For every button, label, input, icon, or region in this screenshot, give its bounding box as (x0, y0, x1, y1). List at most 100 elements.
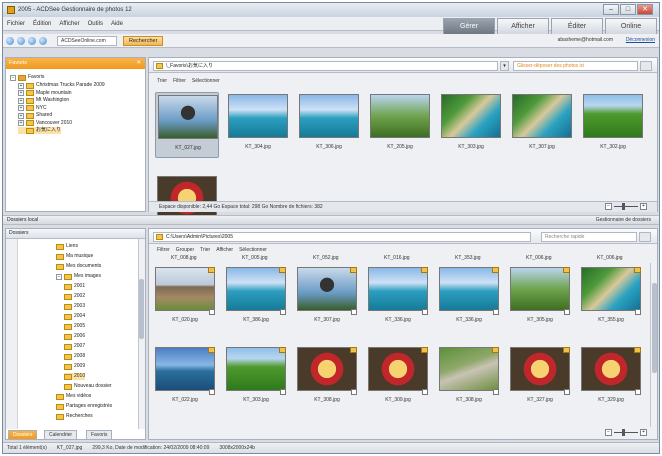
zoom-slider[interactable]: − + (605, 203, 647, 210)
thumbnail[interactable]: KT_022.jpg (153, 345, 217, 411)
divider-right-label[interactable]: Gestionnaire de dossiers (596, 216, 651, 225)
dropdown-icon[interactable] (640, 61, 652, 71)
menu-help[interactable]: Aide (111, 21, 123, 27)
thumbnail[interactable]: KT_329.jpg (579, 345, 643, 411)
logout-link[interactable]: Déconnexion (626, 37, 655, 43)
select-checkbox[interactable] (209, 309, 215, 315)
path-field[interactable]: \_Favoris\お気に入り (153, 61, 498, 71)
tree-item-folder[interactable]: 2001 (64, 283, 85, 290)
filter-menu[interactable]: Filtrer (173, 78, 186, 84)
expand-icon[interactable]: + (18, 105, 24, 111)
tree-item-favorite[interactable]: + NYC (18, 105, 47, 112)
filter-menu-2[interactable]: Filtrer (157, 247, 170, 253)
tree-item-favorite[interactable]: + Mt Washington (18, 97, 69, 104)
zoom-knob[interactable] (622, 429, 625, 436)
thumbnail[interactable]: KT_304.jpg (226, 92, 290, 158)
quick-search-input[interactable]: Recherche rapide (541, 232, 637, 242)
tree-item-folder[interactable]: 2009 (64, 363, 85, 370)
thumbnail[interactable]: KT_386.jpg (224, 265, 288, 331)
select-checkbox[interactable] (564, 389, 570, 395)
zoom-in-icon[interactable]: + (640, 203, 647, 210)
thumbnail[interactable]: KT_336.jpg (437, 265, 501, 331)
scroll-thumb[interactable] (652, 283, 657, 373)
thumbnail[interactable]: KT_310.jpg (155, 174, 219, 220)
zoom-slider-2[interactable]: − + (605, 429, 647, 436)
menu-tools[interactable]: Outils (88, 21, 103, 27)
select-checkbox[interactable] (493, 389, 499, 395)
browser-scrollbar[interactable] (650, 263, 657, 427)
select-checkbox[interactable] (351, 309, 357, 315)
expand-icon[interactable]: + (18, 97, 24, 104)
home-icon[interactable] (39, 36, 47, 45)
close-pane-icon[interactable]: ✕ (136, 58, 141, 69)
title-bar[interactable]: 2005 - ACDSee Gestionnaire de photos 12 … (3, 3, 659, 17)
collapse-icon[interactable]: − (10, 74, 16, 81)
thumbnail[interactable]: KT_307.jpg (510, 92, 574, 158)
tree-item-favorite[interactable]: + Christmas Trucks Parade 2009 (18, 82, 105, 89)
select-checkbox[interactable] (422, 389, 428, 395)
zoom-out-icon[interactable]: − (605, 429, 612, 436)
zoom-in-icon[interactable]: + (640, 429, 647, 436)
thumbnail[interactable]: KT_020.jpg (153, 265, 217, 331)
pane-divider[interactable]: Dossiers local Gestionnaire de dossiers (3, 215, 659, 225)
tree-item-favorite[interactable]: + Vancouver 2010 (18, 120, 72, 127)
tree-item-folder[interactable]: Mes vidéos (56, 393, 91, 400)
back-icon[interactable] (6, 36, 14, 45)
tab-edit[interactable]: Éditer (551, 18, 603, 34)
tree-item-folder[interactable]: − Mes images (56, 273, 101, 280)
select-checkbox[interactable] (351, 389, 357, 395)
thumbnail[interactable]: KT_308.jpg (295, 345, 359, 411)
tree-item-folder[interactable]: Liens (56, 243, 78, 250)
folders-scrollbar[interactable] (138, 239, 145, 429)
scroll-thumb[interactable] (139, 279, 144, 339)
tree-item-folder[interactable]: 2010 (64, 373, 86, 380)
select-checkbox[interactable] (209, 389, 215, 395)
thumbnail[interactable]: KT_306.jpg (297, 92, 361, 158)
thumbnail[interactable]: KT_307.jpg (295, 265, 359, 331)
expand-icon[interactable]: + (18, 82, 24, 89)
menu-view[interactable]: Afficher (59, 21, 79, 27)
collapse-icon[interactable]: − (56, 273, 62, 280)
thumbnail[interactable]: KT_336.jpg (366, 265, 430, 331)
tab-view[interactable]: Afficher (497, 18, 549, 34)
tab-favorites[interactable]: Favoris (86, 430, 113, 439)
tree-item-folder[interactable]: 2007 (64, 343, 85, 350)
select-checkbox[interactable] (635, 389, 641, 395)
tree-item-favorite[interactable]: お気に入り (18, 127, 62, 134)
tree-item-folder[interactable]: 2008 (64, 353, 85, 360)
tab-manage[interactable]: Gérer (443, 18, 495, 34)
view-menu[interactable]: Afficher (216, 247, 233, 253)
tree-item-folder[interactable]: 2006 (64, 333, 85, 340)
sort-menu[interactable]: Trier (157, 78, 167, 84)
thumbnail[interactable]: KT_305.jpg (508, 265, 572, 331)
zoom-out-icon[interactable]: − (605, 203, 612, 210)
thumbnail[interactable]: KT_303.jpg (224, 345, 288, 411)
thumbnail[interactable]: KT_327.jpg (508, 345, 572, 411)
tree-item-folder[interactable]: Ma musique (56, 253, 93, 260)
tree-item-folder[interactable]: Nouveau dossier (64, 383, 112, 390)
expand-icon[interactable]: + (18, 112, 24, 119)
close-button[interactable]: ✕ (637, 4, 653, 15)
tree-favorites-root[interactable]: − Favoris (10, 74, 44, 81)
select-checkbox[interactable] (564, 309, 570, 315)
select-checkbox[interactable] (493, 309, 499, 315)
select-checkbox[interactable] (635, 309, 641, 315)
path-dropdown-icon[interactable]: ▾ (500, 61, 509, 71)
group-menu[interactable]: Grouper (176, 247, 194, 253)
tree-item-folder[interactable]: Mes documents (56, 263, 101, 270)
tree-item-favorite[interactable]: + Shared (18, 112, 52, 119)
tree-item-folder[interactable]: Recherches (56, 413, 93, 420)
expand-icon[interactable]: + (18, 90, 24, 96)
tab-calendar[interactable]: Calendrier (44, 430, 78, 439)
thumbnail[interactable]: KT_355.jpg (579, 265, 643, 331)
expand-icon[interactable]: + (18, 120, 24, 126)
sort-menu-2[interactable]: Trier (200, 247, 210, 253)
thumbnail[interactable]: KT_308.jpg (437, 345, 501, 411)
path-field-2[interactable]: C:\Users\Admin\Pictures\2005 (153, 232, 531, 242)
tab-online[interactable]: Online (605, 18, 657, 34)
select-menu-2[interactable]: Sélectionner (239, 247, 267, 253)
search-button[interactable]: Rechercher (123, 35, 164, 46)
tree-item-favorite[interactable]: + Maple mountain (18, 90, 72, 97)
tree-item-folder[interactable]: Partages enregistrés (56, 403, 112, 410)
tab-folders[interactable]: Dossiers (8, 430, 38, 439)
